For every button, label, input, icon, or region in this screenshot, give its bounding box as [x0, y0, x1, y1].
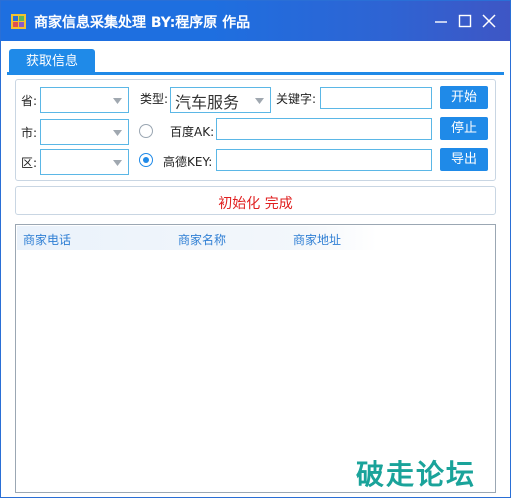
tab-underline [7, 72, 504, 75]
title-bar[interactable]: 商家信息采集处理 BY:程序原 作品 [1, 1, 510, 41]
keyword-input[interactable] [320, 87, 432, 109]
tab-get-info[interactable]: 获取信息 [9, 49, 95, 73]
baidu-ak-label: 百度AK: [170, 125, 215, 139]
keyword-label: 关键字: [276, 92, 317, 106]
baidu-ak-input[interactable] [216, 118, 432, 140]
window-title: 商家信息采集处理 BY:程序原 作品 [34, 15, 251, 31]
export-button[interactable]: 导出 [440, 148, 488, 171]
list-header: 商家电话 商家名称 商家地址 [17, 226, 377, 250]
gaode-radio[interactable] [139, 153, 153, 167]
type-value: 汽车服务 [175, 93, 240, 112]
chevron-down-icon [113, 130, 122, 136]
close-icon[interactable] [481, 13, 497, 29]
status-bar: 初始化 完成 [15, 186, 496, 215]
start-button[interactable]: 开始 [440, 86, 488, 109]
baidu-radio[interactable] [139, 124, 153, 138]
column-header-name[interactable]: 商家名称 [178, 231, 226, 248]
type-label: 类型: [140, 92, 169, 106]
status-text: 初始化 完成 [218, 196, 293, 212]
city-combo[interactable] [40, 119, 129, 145]
chevron-down-icon [255, 98, 264, 104]
chevron-down-icon [113, 160, 122, 166]
gaode-key-label: 高德KEY: [163, 155, 213, 169]
district-combo[interactable] [40, 149, 129, 175]
chevron-down-icon [113, 98, 122, 104]
maximize-icon[interactable] [457, 13, 473, 29]
minimize-icon[interactable] [433, 13, 449, 29]
app-icon [11, 14, 26, 29]
province-combo[interactable] [40, 87, 129, 113]
stop-button[interactable]: 停止 [440, 117, 488, 140]
type-combo[interactable]: 汽车服务 [170, 87, 271, 113]
gaode-key-input[interactable] [216, 149, 432, 171]
district-label: 区: [21, 156, 38, 170]
watermark: 破走论坛 [356, 458, 477, 491]
column-header-phone[interactable]: 商家电话 [23, 231, 71, 248]
province-label: 省: [21, 94, 38, 108]
main-window: 商家信息采集处理 BY:程序原 作品 获取信息 省: 类型: 汽车服务 关键字:… [0, 0, 511, 498]
column-header-address[interactable]: 商家地址 [293, 231, 341, 248]
radio-selected-dot [143, 157, 149, 163]
city-label: 市: [21, 126, 38, 140]
